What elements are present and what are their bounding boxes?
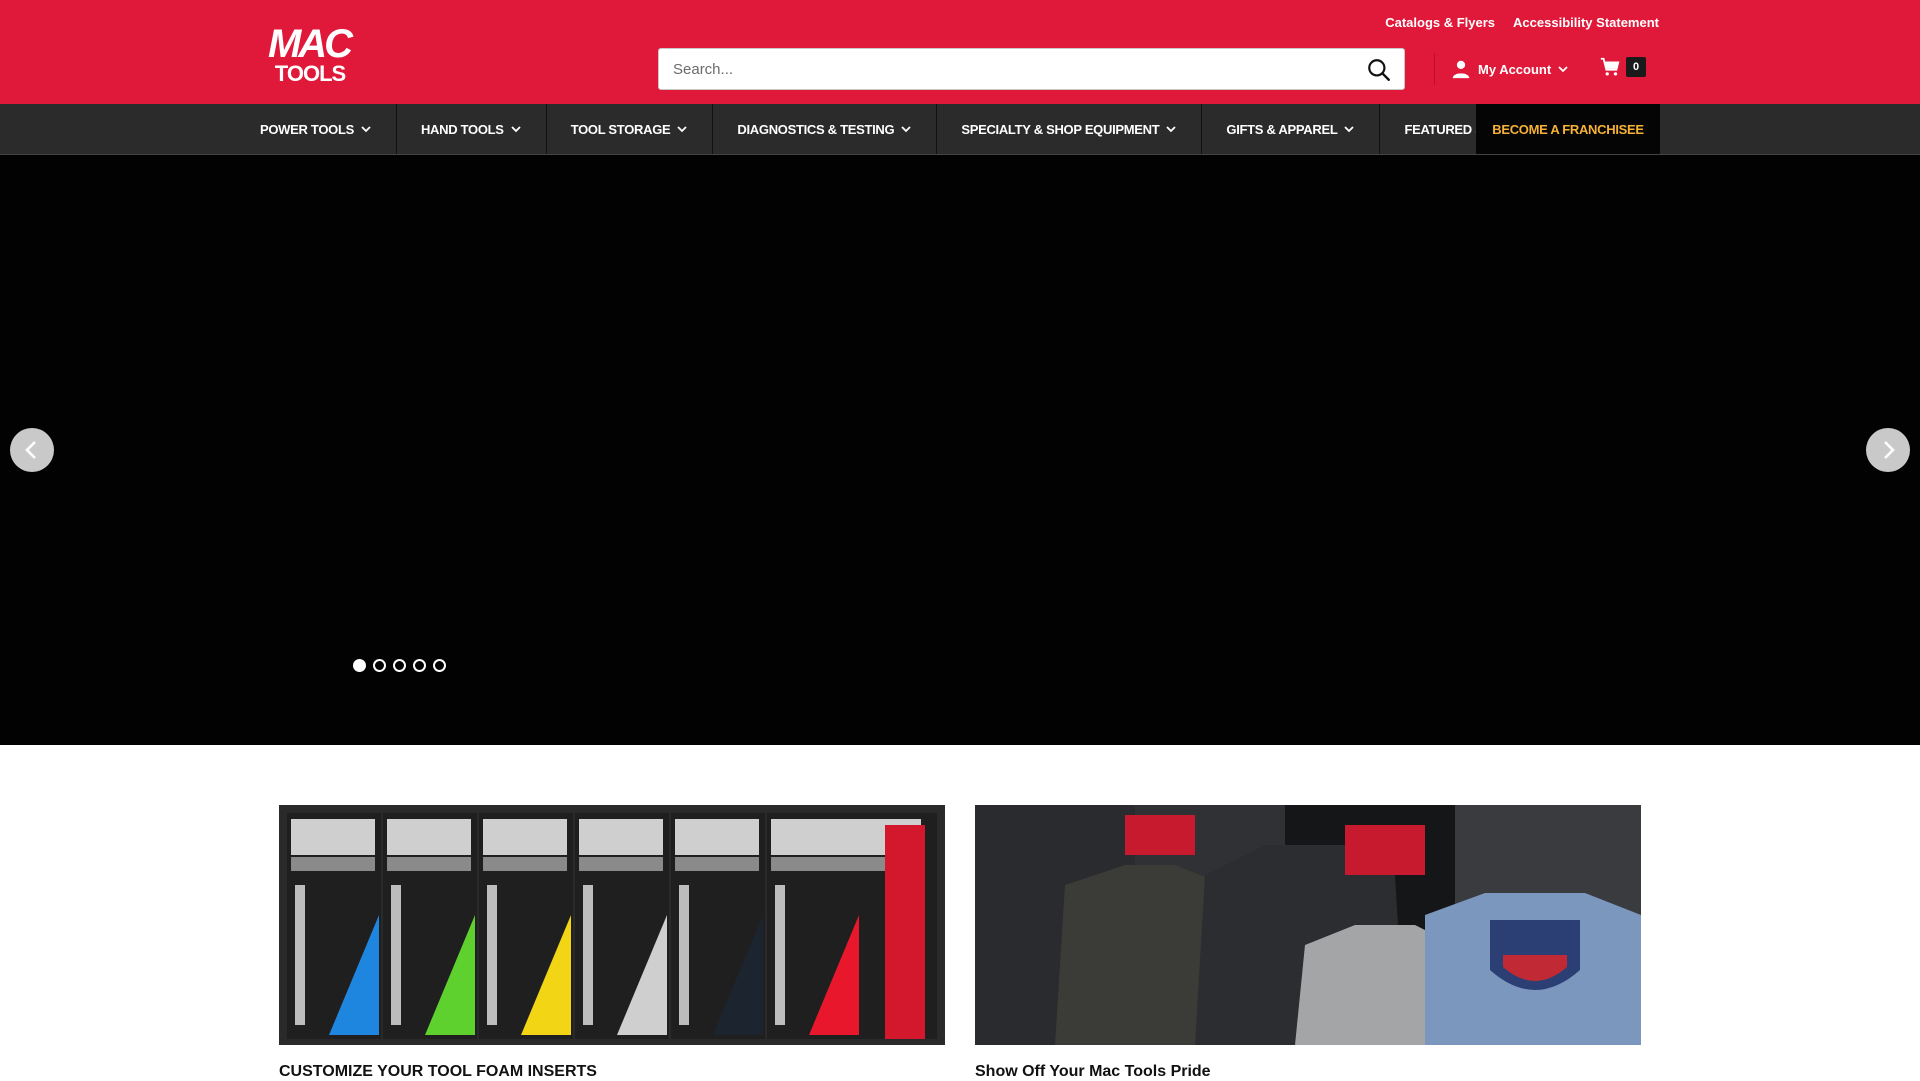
header-divider bbox=[1434, 53, 1435, 85]
nav-item-label: GIFTS & APPAREL bbox=[1226, 121, 1338, 137]
nav-item-label: HAND TOOLS bbox=[420, 121, 504, 137]
search-bar bbox=[658, 48, 1405, 90]
tool-foam-inserts-image bbox=[279, 805, 945, 1045]
carousel-dot[interactable] bbox=[353, 659, 366, 672]
search-icon[interactable] bbox=[1366, 57, 1392, 83]
chevron-down-icon bbox=[1344, 126, 1355, 133]
cart-count-badge: 0 bbox=[1626, 57, 1646, 77]
search-input[interactable] bbox=[673, 49, 1333, 89]
carousel-dot[interactable] bbox=[413, 659, 426, 672]
chevron-right-icon bbox=[1884, 441, 1895, 459]
chevron-down-icon bbox=[901, 126, 911, 133]
become-franchisee-button[interactable]: BECOME A FRANCHISEE bbox=[1476, 104, 1660, 154]
nav-item-diagnostics-testing[interactable]: DIAGNOSTICS & TESTING bbox=[713, 104, 938, 154]
nav-item-label: DIAGNOSTICS & TESTING bbox=[737, 121, 895, 137]
carousel-dot[interactable] bbox=[393, 659, 406, 672]
nav-item-hand-tools[interactable]: HAND TOOLS bbox=[397, 104, 547, 154]
chevron-left-icon bbox=[25, 441, 36, 459]
main-navigation: POWER TOOLS HAND TOOLS TOOL STORAGE DIAG… bbox=[0, 104, 1920, 155]
my-account-menu[interactable]: My Account bbox=[1450, 57, 1569, 81]
nav-item-label: POWER TOOLS bbox=[260, 121, 354, 137]
chevron-down-icon bbox=[1558, 66, 1568, 73]
promo-image-apparel[interactable] bbox=[975, 805, 1641, 1045]
promo-image-foam-inserts[interactable] bbox=[279, 805, 945, 1045]
apparel-image bbox=[975, 805, 1641, 1045]
carousel-next-button[interactable] bbox=[1866, 428, 1910, 472]
catalogs-flyers-link[interactable]: Catalogs & Flyers bbox=[1385, 15, 1495, 30]
nav-item-label: SPECIALTY & SHOP EQUIPMENT bbox=[961, 121, 1160, 137]
user-icon bbox=[1452, 60, 1470, 79]
nav-list: POWER TOOLS HAND TOOLS TOOL STORAGE DIAG… bbox=[259, 104, 1561, 154]
nav-item-specialty-shop-equipment[interactable]: SPECIALTY & SHOP EQUIPMENT bbox=[937, 104, 1203, 154]
chevron-down-icon bbox=[361, 126, 371, 133]
chevron-down-icon bbox=[511, 126, 521, 133]
carousel-dot[interactable] bbox=[433, 659, 446, 672]
promo-caption-apparel[interactable]: Show Off Your Mac Tools Pride bbox=[975, 1063, 1211, 1081]
hero-carousel bbox=[0, 155, 1920, 745]
nav-item-tool-storage[interactable]: TOOL STORAGE bbox=[547, 104, 714, 154]
site-header: MAC TOOLS Catalogs & Flyers Accessibilit… bbox=[0, 0, 1920, 104]
nav-item-gifts-apparel[interactable]: GIFTS & APPAREL bbox=[1202, 104, 1381, 154]
chevron-down-icon bbox=[677, 126, 688, 133]
svg-text:TOOLS: TOOLS bbox=[275, 61, 346, 85]
utility-links: Catalogs & Flyers Accessibility Statemen… bbox=[1385, 15, 1659, 30]
cart-button[interactable]: 0 bbox=[1599, 56, 1646, 78]
carousel-pagination bbox=[353, 659, 446, 672]
accessibility-statement-link[interactable]: Accessibility Statement bbox=[1513, 15, 1659, 30]
my-account-label: My Account bbox=[1478, 61, 1552, 77]
carousel-dot[interactable] bbox=[373, 659, 386, 672]
cart-icon bbox=[1600, 57, 1620, 76]
promo-caption-foam-inserts[interactable]: CUSTOMIZE YOUR TOOL FOAM INSERTS bbox=[279, 1063, 597, 1081]
nav-item-label: TOOL STORAGE bbox=[570, 121, 671, 137]
chevron-down-icon bbox=[1166, 126, 1177, 133]
nav-item-power-tools[interactable]: POWER TOOLS bbox=[259, 104, 397, 154]
mac-tools-logo[interactable]: MAC TOOLS bbox=[259, 19, 360, 85]
svg-text:MAC: MAC bbox=[268, 22, 354, 66]
carousel-prev-button[interactable] bbox=[10, 428, 54, 472]
